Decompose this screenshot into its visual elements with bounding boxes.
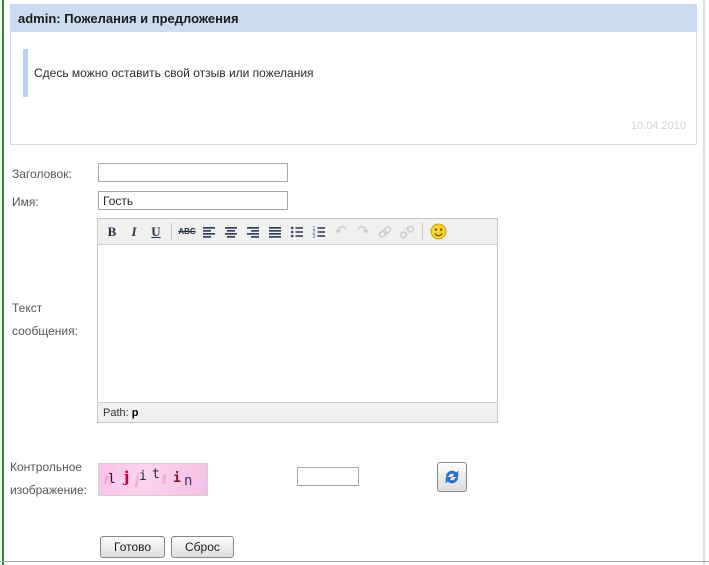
guestbook-page: admin: Пожелания и предложения Сдесь мож… (0, 0, 709, 565)
unlink-button[interactable] (396, 222, 418, 242)
body-field-label-line2: сообщения: (12, 324, 78, 338)
redo-icon: ↷ (357, 224, 370, 239)
captcha-label-line2: изображение: (10, 483, 87, 497)
name-input[interactable] (98, 191, 288, 210)
align-right-icon (245, 224, 261, 240)
italic-icon: I (131, 224, 136, 240)
first-message-box: Сдесь можно оставить свой отзыв или поже… (10, 32, 697, 145)
align-justify-button[interactable] (264, 222, 286, 242)
path-label: Path: (103, 407, 129, 419)
captcha-refresh-button[interactable] (437, 462, 467, 492)
title-field-label: Заголовок: (12, 167, 72, 181)
captcha-letter: j (124, 468, 129, 486)
underline-button[interactable]: U (145, 222, 167, 242)
message-text: Сдесь можно оставить свой отзыв или поже… (34, 66, 314, 80)
insert-link-button[interactable] (374, 222, 396, 242)
path-value: p (132, 407, 139, 419)
editor-body[interactable] (98, 245, 497, 402)
page-bottom-border (0, 561, 709, 562)
toolbar-separator (171, 223, 172, 240)
align-justify-icon (267, 224, 283, 240)
captcha-letter: t (152, 467, 160, 482)
bold-icon: B (108, 224, 117, 240)
bullet-list-button[interactable] (286, 222, 308, 242)
reset-button[interactable]: Сброс (171, 536, 234, 558)
smiley-icon (430, 223, 447, 240)
align-left-icon (201, 224, 217, 240)
italic-button[interactable]: I (123, 222, 145, 242)
captcha-letter: i (139, 469, 147, 484)
strikethrough-button[interactable]: ABC (176, 222, 198, 242)
editor-path-bar: Path:p (98, 402, 497, 422)
rich-text-editor: B I U ABC 123 ↶ ↷ (97, 218, 498, 423)
body-field-label-line1: Текст (12, 301, 42, 315)
emoticons-button[interactable] (427, 222, 449, 242)
bullet-list-icon (289, 224, 305, 240)
name-field-label: Имя: (12, 195, 39, 209)
undo-button[interactable]: ↶ (330, 222, 352, 242)
align-center-button[interactable] (220, 222, 242, 242)
submit-button[interactable]: Готово (100, 536, 165, 558)
undo-icon: ↶ (335, 224, 348, 239)
unlink-icon (399, 224, 415, 240)
align-center-icon (223, 224, 239, 240)
refresh-icon (443, 468, 461, 486)
captcha-letter: l (108, 472, 116, 487)
svg-text:3: 3 (313, 234, 316, 240)
page-right-border (703, 0, 705, 565)
strikethrough-icon: ABC (178, 227, 195, 236)
captcha-input[interactable] (297, 467, 359, 486)
redo-button[interactable]: ↷ (352, 222, 374, 242)
underline-icon: U (151, 224, 160, 240)
page-left-border (2, 0, 4, 565)
topic-header: admin: Пожелания и предложения (10, 4, 697, 32)
captcha-letter: i (173, 471, 181, 486)
topic-title: admin: Пожелания и предложения (10, 11, 239, 26)
link-icon (377, 224, 393, 240)
captcha-label-line1: Контрольное (10, 460, 82, 474)
bold-button[interactable]: B (101, 222, 123, 242)
toolbar-separator (422, 223, 423, 240)
captcha-letter: n (184, 473, 192, 489)
message-date: 10.04.2010 (631, 120, 686, 132)
numbered-list-icon: 123 (311, 224, 327, 240)
quote-bar (23, 49, 28, 97)
title-input[interactable] (98, 163, 288, 182)
captcha-image: n j t l j i t i n (98, 463, 208, 496)
editor-toolbar: B I U ABC 123 ↶ ↷ (98, 219, 497, 245)
numbered-list-button[interactable]: 123 (308, 222, 330, 242)
align-right-button[interactable] (242, 222, 264, 242)
align-left-button[interactable] (198, 222, 220, 242)
